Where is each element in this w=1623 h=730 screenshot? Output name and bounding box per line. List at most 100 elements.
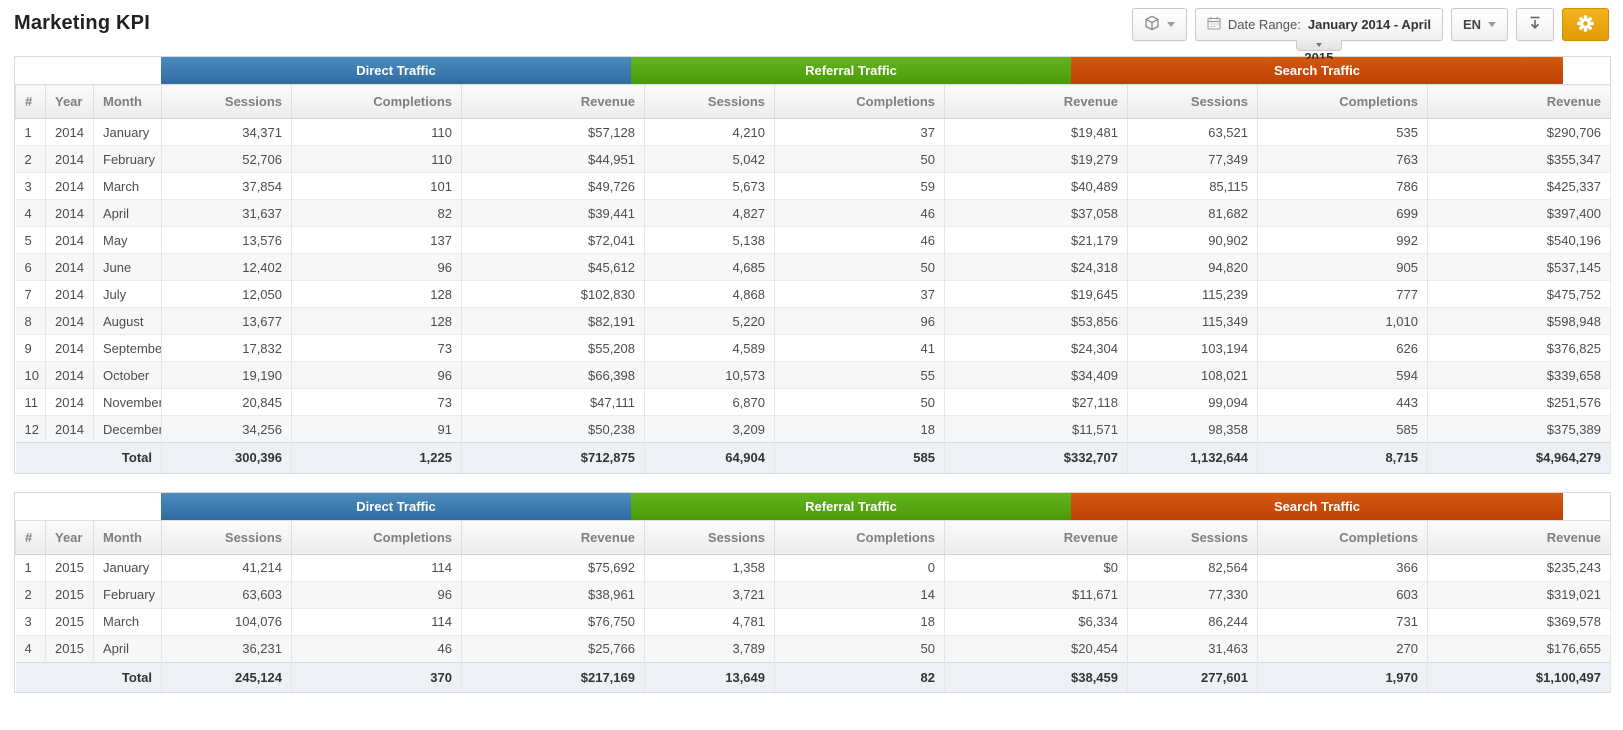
- date-range-expand-tab[interactable]: [1296, 40, 1342, 51]
- table-cell: $375,389: [1428, 416, 1611, 443]
- table-cell: November: [94, 389, 162, 416]
- table-cell: 1: [16, 554, 46, 581]
- table-cell: 73: [292, 389, 462, 416]
- table-row: 82014August13,677128$82,1915,22096$53,85…: [16, 308, 1611, 335]
- column-header: #: [16, 520, 46, 554]
- column-header: Revenue: [945, 85, 1128, 119]
- table-cell: $11,671: [945, 581, 1128, 608]
- table-cell: 1,358: [645, 554, 775, 581]
- calendar-icon: [1207, 16, 1221, 33]
- language-dropdown-button[interactable]: EN: [1451, 8, 1508, 41]
- table-row: 42015April36,23146$25,7663,78950$20,4543…: [16, 635, 1611, 662]
- table-cell: 46: [292, 635, 462, 662]
- table-cell: 115,349: [1128, 308, 1258, 335]
- table-cell: 31,637: [162, 200, 292, 227]
- table-cell: 5,673: [645, 173, 775, 200]
- table-cell: 4: [16, 635, 46, 662]
- table-cell: 46: [775, 227, 945, 254]
- page-header: Marketing KPI Date Range: Janu: [0, 0, 1623, 52]
- table-cell: 992: [1258, 227, 1428, 254]
- table-cell: $57,128: [462, 119, 645, 146]
- table-cell: 96: [775, 308, 945, 335]
- table-cell: $75,692: [462, 554, 645, 581]
- column-header: Year: [46, 85, 94, 119]
- table-cell: 2: [16, 146, 46, 173]
- column-header-row: # Year Month Sessions Completions Revenu…: [16, 85, 1611, 119]
- table-cell: $19,279: [945, 146, 1128, 173]
- table-cell: $53,856: [945, 308, 1128, 335]
- date-range-label: Date Range:: [1228, 17, 1301, 32]
- table-cell: $11,571: [945, 416, 1128, 443]
- widget-dropdown-button[interactable]: [1132, 8, 1187, 41]
- table-cell: $21,179: [945, 227, 1128, 254]
- table-cell: 2015: [46, 608, 94, 635]
- table-row: 32015March104,076114$76,7504,78118$6,334…: [16, 608, 1611, 635]
- date-range-value: January 2014 - April: [1308, 17, 1431, 32]
- column-header: Completions: [775, 85, 945, 119]
- column-header: Revenue: [1428, 520, 1611, 554]
- table-cell: 12: [16, 416, 46, 443]
- table-cell: $6,334: [945, 608, 1128, 635]
- table-cell: $355,347: [1428, 146, 1611, 173]
- column-header: Completions: [292, 520, 462, 554]
- table-cell: April: [94, 200, 162, 227]
- total-row-label: Total: [16, 662, 162, 692]
- table-cell: 34,371: [162, 119, 292, 146]
- table-cell: 2014: [46, 362, 94, 389]
- table-cell: 82,564: [1128, 554, 1258, 581]
- column-header: Sessions: [645, 85, 775, 119]
- table-cell: 763: [1258, 146, 1428, 173]
- group-header-referral-traffic: Referral Traffic: [631, 57, 1071, 84]
- table-cell: 110: [292, 146, 462, 173]
- table-cell: 82: [292, 200, 462, 227]
- caret-down-icon: [1316, 43, 1322, 47]
- table-row: 22015February63,60396$38,9613,72114$11,6…: [16, 581, 1611, 608]
- table-cell: 2014: [46, 200, 94, 227]
- total-cell: 370: [292, 662, 462, 692]
- total-cell: $712,875: [462, 443, 645, 473]
- table-row: 52014May13,576137$72,0415,13846$21,17990…: [16, 227, 1611, 254]
- table-cell: 94,820: [1128, 254, 1258, 281]
- total-cell: $4,964,279: [1428, 443, 1611, 473]
- table-cell: 2014: [46, 146, 94, 173]
- table-cell: 90,902: [1128, 227, 1258, 254]
- page-title: Marketing KPI: [14, 8, 150, 35]
- chevron-down-icon: [1167, 22, 1175, 27]
- table-cell: March: [94, 173, 162, 200]
- table-cell: 443: [1258, 389, 1428, 416]
- table-cell: 2015: [46, 581, 94, 608]
- table-cell: 777: [1258, 281, 1428, 308]
- table-cell: February: [94, 146, 162, 173]
- settings-button[interactable]: [1562, 8, 1609, 41]
- table-cell: $27,118: [945, 389, 1128, 416]
- total-cell: 245,124: [162, 662, 292, 692]
- column-header: Completions: [775, 520, 945, 554]
- column-header: Sessions: [1128, 520, 1258, 554]
- content: Direct Traffic Referral Traffic Search T…: [0, 52, 1623, 693]
- column-header: Sessions: [1128, 85, 1258, 119]
- table-cell: April: [94, 635, 162, 662]
- download-button[interactable]: [1516, 8, 1554, 41]
- table-cell: 366: [1258, 554, 1428, 581]
- date-range-overflow-text: 2015: [1296, 51, 1342, 59]
- total-cell: 277,601: [1128, 662, 1258, 692]
- table-cell: 73: [292, 335, 462, 362]
- total-row: Total300,3961,225$712,87564,904585$332,7…: [16, 443, 1611, 473]
- table-cell: 1,010: [1258, 308, 1428, 335]
- date-range-button[interactable]: Date Range: January 2014 - April 2015: [1195, 8, 1443, 41]
- table-row: 72014July12,050128$102,8304,86837$19,645…: [16, 281, 1611, 308]
- total-cell: 64,904: [645, 443, 775, 473]
- column-header: Year: [46, 520, 94, 554]
- table-cell: 585: [1258, 416, 1428, 443]
- group-header-search-traffic: Search Traffic: [1071, 493, 1563, 520]
- table-cell: 18: [775, 608, 945, 635]
- total-cell: 1,970: [1258, 662, 1428, 692]
- table-cell: 0: [775, 554, 945, 581]
- table-cell: $176,655: [1428, 635, 1611, 662]
- table-cell: $235,243: [1428, 554, 1611, 581]
- table-cell: $339,658: [1428, 362, 1611, 389]
- table-cell: 50: [775, 146, 945, 173]
- table-cell: 6: [16, 254, 46, 281]
- table-cell: $19,645: [945, 281, 1128, 308]
- table-cell: $369,578: [1428, 608, 1611, 635]
